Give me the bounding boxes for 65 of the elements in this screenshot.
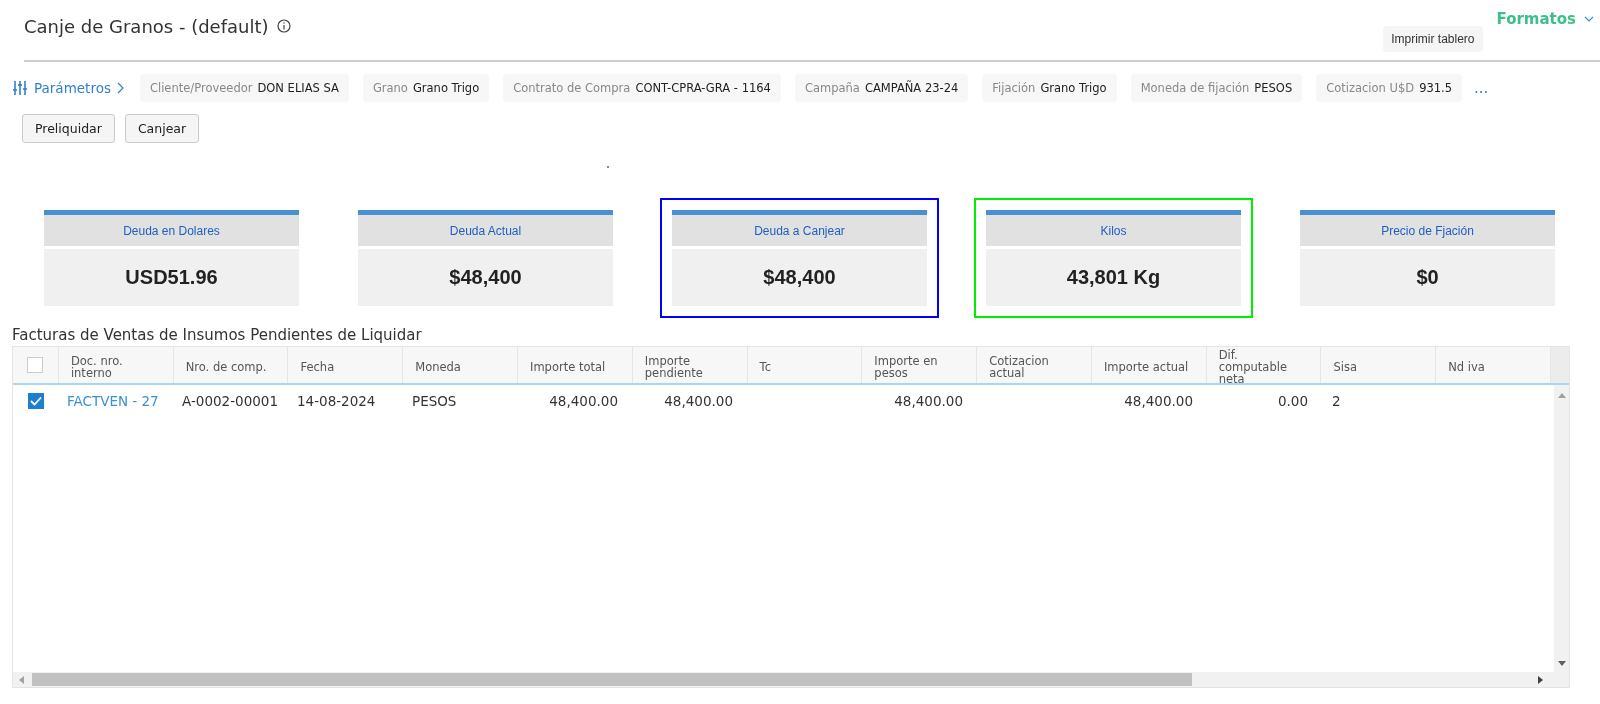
action-button[interactable]: Canjear — [124, 114, 200, 143]
column-header[interactable]: Tc — [759, 361, 771, 373]
parameter-value: CONT-CPRA-GRA - 1164 — [635, 81, 771, 95]
card-title: Deuda Actual — [358, 215, 613, 249]
parameter-value: 931.5 — [1419, 81, 1453, 95]
parameter-value: Grano Trigo — [1040, 81, 1107, 95]
dot-mark — [607, 166, 609, 168]
info-icon — [276, 19, 291, 33]
column-header[interactable]: Sisa — [1333, 361, 1358, 373]
parameters-button[interactable]: Parámetros — [12, 80, 124, 96]
parameter-label: Cliente/Proveedor — [149, 81, 253, 95]
page-title: Canje de Granos - (default) — [24, 15, 269, 37]
scroll-down-icon — [1557, 661, 1566, 666]
card-value: 43,801 Kg — [1065, 265, 1162, 290]
parameter-value: Grano Trigo — [412, 81, 480, 95]
table-cell: 48,400.00 — [1124, 393, 1193, 409]
column-header[interactable]: Dif. computable neta — [1218, 349, 1309, 385]
column-header[interactable]: Nro. de comp. — [185, 361, 267, 373]
card-title: Deuda a Canjear — [672, 215, 927, 249]
table-title: Facturas de Ventas de Insumos Pendientes de Liquidar — [12, 326, 423, 344]
table-cell: 0.00 — [1277, 393, 1308, 409]
card-value: $0 — [1415, 265, 1440, 290]
action-button[interactable]: Preliquidar — [22, 114, 115, 143]
column-header[interactable]: Importe pendiente — [644, 355, 735, 379]
card-title: Precio de Fjación — [1300, 215, 1555, 249]
parameter-value: DON ELIAS SA — [257, 81, 339, 95]
sliders-icon — [12, 80, 28, 96]
card-value: USD51.96 — [124, 265, 219, 290]
parameter-label: Campaña — [804, 81, 860, 95]
table-cell: PESOS — [412, 393, 457, 409]
row-checkbox[interactable] — [28, 393, 44, 409]
select-all-checkbox[interactable] — [27, 357, 44, 373]
column-header[interactable]: Moneda — [415, 361, 461, 373]
parameter-value: CAMPAÑA 23-24 — [864, 81, 959, 95]
column-header[interactable]: Cotizacion actual — [989, 355, 1079, 379]
parameter-label: Fijación — [992, 81, 1036, 95]
parameter-label: Moneda de fijación — [1140, 81, 1250, 95]
scroll-up-icon — [1557, 393, 1566, 398]
table-cell: 48,400.00 — [894, 393, 963, 409]
parameter-value: PESOS — [1254, 81, 1293, 95]
more-button[interactable]: ... — [1474, 79, 1489, 97]
card-title: Deuda en Dolares — [44, 215, 299, 249]
table-cell: 48,400.00 — [549, 393, 618, 409]
parameter-label: Grano — [372, 81, 408, 95]
chevron-right-icon — [116, 82, 124, 94]
column-header[interactable]: Doc. nro. interno — [70, 355, 161, 379]
column-header[interactable]: Importe actual — [1103, 361, 1189, 373]
scroll-right-icon — [1538, 675, 1543, 684]
table-cell: 14-08-2024 — [297, 393, 376, 409]
card-value: $48,400 — [762, 265, 837, 290]
print-button[interactable]: Imprimir tablero — [1383, 26, 1483, 52]
table-cell: 48,400.00 — [664, 393, 733, 409]
column-header[interactable]: Fecha — [300, 361, 335, 373]
column-header[interactable]: Importe total — [530, 361, 606, 373]
check-icon — [30, 396, 42, 406]
column-header[interactable]: Nd iva — [1448, 361, 1485, 373]
column-header[interactable]: Importe en pesos — [874, 355, 965, 379]
parameter-label: Cotizacion U$D — [1326, 81, 1415, 95]
parameter-label: Contrato de Compra — [513, 81, 631, 95]
scroll-left-icon — [19, 675, 24, 684]
table-cell: A-0002-00001 — [182, 393, 278, 409]
table-cell: 2 — [1332, 393, 1341, 409]
chevron-down-icon — [1584, 16, 1594, 22]
card-title: Kilos — [986, 215, 1241, 249]
card-value: $48,400 — [448, 265, 523, 290]
